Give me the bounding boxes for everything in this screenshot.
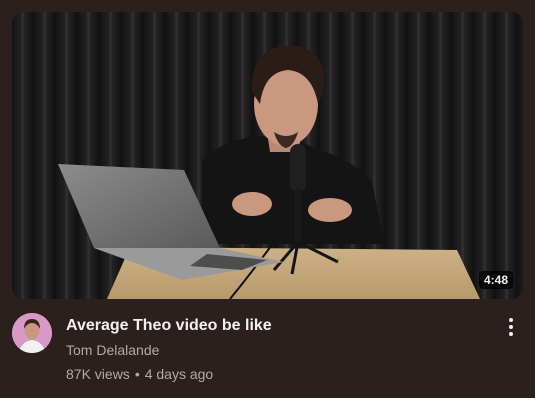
- video-thumbnail[interactable]: 4:48: [12, 12, 523, 299]
- video-text: Average Theo video be like Tom Delalande…: [66, 313, 491, 384]
- video-stats: 87K views • 4 days ago: [66, 364, 491, 384]
- channel-avatar[interactable]: [12, 313, 52, 353]
- avatar-image: [12, 313, 52, 353]
- meta-separator: •: [134, 366, 140, 382]
- menu-dot: [509, 318, 513, 322]
- menu-dot: [509, 325, 513, 329]
- more-vertical-icon[interactable]: [499, 315, 523, 339]
- video-details: Average Theo video be like Tom Delalande…: [12, 313, 523, 393]
- channel-name[interactable]: Tom Delalande: [66, 340, 491, 360]
- menu-dot: [509, 332, 513, 336]
- video-title[interactable]: Average Theo video be like: [66, 315, 491, 337]
- view-count: 87K views: [66, 366, 130, 382]
- upload-age: 4 days ago: [144, 366, 214, 382]
- duration-badge: 4:48: [478, 271, 513, 289]
- thumbnail-image: [12, 12, 523, 299]
- video-card[interactable]: 4:48 Average Theo video be like Tom Dela…: [0, 0, 535, 398]
